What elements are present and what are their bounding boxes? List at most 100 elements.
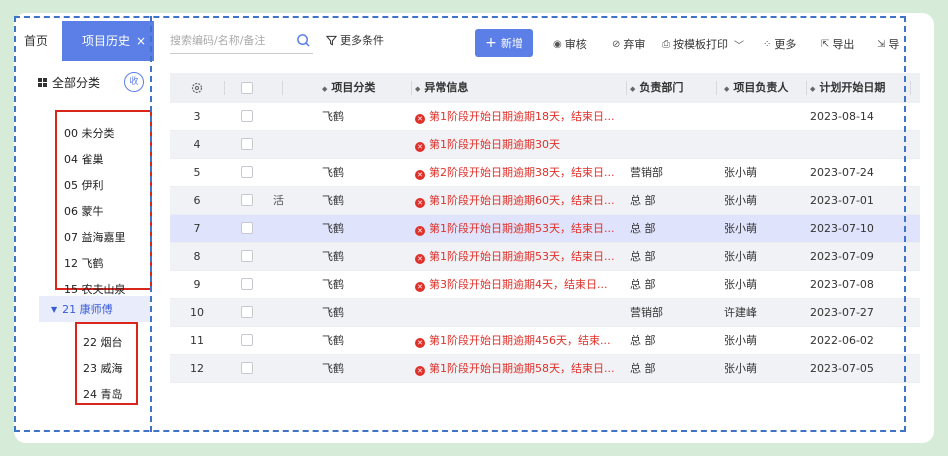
- row-checkbox[interactable]: [241, 250, 253, 262]
- tree-item-child[interactable]: 24 青岛: [83, 386, 123, 402]
- more-filters-button[interactable]: 更多条件: [326, 32, 384, 48]
- row-number: 9: [193, 278, 201, 291]
- table-row[interactable]: 12 飞鹤 ✕ 第1阶段开始日期逾期58天，结束日... 总 部 张小萌 2023-07-0…: [170, 355, 920, 383]
- new-button[interactable]: + 新增: [475, 29, 533, 57]
- tree-header: 全部分类 收: [38, 72, 144, 92]
- cell-department: 营销部: [630, 166, 663, 179]
- chevron-down-icon: ﹀: [734, 40, 744, 52]
- error-icon: ✕: [415, 366, 425, 376]
- tree-item[interactable]: 04 雀巢: [64, 151, 104, 167]
- table-header: ◆ 项目分类 ◆ 异常信息 ◆ 负责部门 ◆ 项目负责人 ◆ 计划开始日期: [170, 73, 920, 103]
- cell-start-date: 2023-07-09: [810, 250, 874, 263]
- print-label: 按模板打印: [673, 38, 728, 51]
- row-checkbox[interactable]: [241, 194, 253, 206]
- gear-icon[interactable]: [190, 81, 204, 95]
- tree-item[interactable]: 00 未分类: [64, 125, 115, 141]
- tree-item-child[interactable]: 23 威海: [83, 360, 123, 376]
- tree-item[interactable]: 12 飞鹤: [64, 255, 104, 271]
- sort-icon: ◆: [630, 85, 636, 93]
- import-button[interactable]: ⇲ 导: [877, 36, 899, 52]
- cell-error: ✕ 第3阶段开始日期逾期4天，结束日...: [415, 271, 608, 299]
- cell-category: 飞鹤: [322, 278, 344, 291]
- tree-item[interactable]: 15 农夫山泉: [64, 281, 126, 297]
- search-input[interactable]: [170, 34, 290, 47]
- error-icon: ✕: [415, 254, 425, 264]
- table-row[interactable]: 3 飞鹤 ✕ 第1阶段开始日期逾期18天，结束日... 2023-08-14: [170, 103, 920, 131]
- table-row[interactable]: 10 飞鹤 营销部 许建峰 2023-07-27: [170, 299, 920, 327]
- more-label: 更多: [774, 38, 797, 51]
- row-checkbox[interactable]: [241, 334, 253, 346]
- table-row[interactable]: 4 ✕ 第1阶段开始日期逾期30天: [170, 131, 920, 159]
- cell-category: 飞鹤: [322, 194, 344, 207]
- tree-item-child[interactable]: 22 烟台: [83, 334, 123, 350]
- table-row[interactable]: 6 活 飞鹤 ✕ 第1阶段开始日期逾期60天，结束日... 总 部 张小萌 2023-07-0…: [170, 187, 920, 215]
- row-checkbox[interactable]: [241, 166, 253, 178]
- th-department[interactable]: ◆ 负责部门: [630, 73, 683, 103]
- row-checkbox[interactable]: [241, 110, 253, 122]
- cell-owner: 张小萌: [724, 362, 757, 375]
- cell-owner: 张小萌: [724, 250, 757, 263]
- tab-project-history-label: 项目历史: [82, 34, 131, 48]
- close-icon[interactable]: ×: [136, 21, 146, 61]
- row-number: 5: [193, 166, 201, 179]
- table-row[interactable]: 5 飞鹤 ✕ 第2阶段开始日期逾期38天，结束日... 营销部 张小萌 2023-07-24: [170, 159, 920, 187]
- cell-start-date: 2023-07-01: [810, 194, 874, 207]
- audit-label: 审核: [564, 38, 587, 51]
- cell-category: 飞鹤: [322, 166, 344, 179]
- sort-icon: ◆: [724, 85, 730, 93]
- tab-project-history[interactable]: 项目历史 ×: [62, 21, 154, 61]
- unaudit-button[interactable]: ⊘ 弃审: [612, 36, 645, 52]
- cell-owner: 张小萌: [724, 194, 757, 207]
- tree-item[interactable]: 06 蒙牛: [64, 203, 104, 219]
- export-label: 导出: [832, 38, 855, 51]
- tab-home-label: 首页: [24, 34, 49, 48]
- th-category[interactable]: ◆ 项目分类: [322, 73, 375, 103]
- cell-start-date: 2023-07-27: [810, 306, 874, 319]
- tree-item-parent[interactable]: ▼ 21 康师傅: [39, 296, 150, 322]
- tree-title: 全部分类: [52, 75, 101, 90]
- cell-start-date: 2023-07-24: [810, 166, 874, 179]
- table-row[interactable]: 11 飞鹤 ✕ 第1阶段开始日期逾期456天，结束... 总 部 张小萌 2022-06-0…: [170, 327, 920, 355]
- grid-icon: [38, 77, 47, 87]
- row-checkbox[interactable]: [241, 362, 253, 374]
- cell-department: 总 部: [630, 278, 656, 291]
- cell-department: 营销部: [630, 306, 663, 319]
- tree-item[interactable]: 07 益海嘉里: [64, 229, 126, 245]
- print-template-button[interactable]: ⎙ 按模板打印 ﹀: [662, 36, 747, 52]
- cell-owner: 张小萌: [724, 278, 757, 291]
- row-checkbox[interactable]: [241, 306, 253, 318]
- tree-item[interactable]: 05 伊利: [64, 177, 104, 193]
- search-icon[interactable]: [296, 33, 311, 48]
- import-label: 导: [888, 38, 900, 51]
- cell-error: ✕ 第1阶段开始日期逾期18天，结束日...: [415, 103, 614, 131]
- th-error-info[interactable]: ◆ 异常信息: [415, 73, 468, 103]
- row-checkbox[interactable]: [241, 278, 253, 290]
- table-row[interactable]: 8 飞鹤 ✕ 第1阶段开始日期逾期53天，结束日... 总 部 张小萌 2023-07-09: [170, 243, 920, 271]
- table-row[interactable]: 7 飞鹤 ✕ 第1阶段开始日期逾期53天，结束日... 总 部 张小萌 2023-07-10: [170, 215, 920, 243]
- select-all-checkbox[interactable]: [241, 82, 253, 94]
- audit-icon: ◉: [553, 38, 562, 50]
- th-owner[interactable]: ◆ 项目负责人: [724, 73, 788, 103]
- row-number: 8: [193, 250, 201, 263]
- row-checkbox[interactable]: [241, 222, 253, 234]
- cell-department: 总 部: [630, 194, 656, 207]
- cell-start-date: 2022-06-02: [810, 334, 874, 347]
- cell-category: 飞鹤: [322, 222, 344, 235]
- th-start-date[interactable]: ◆ 计划开始日期: [810, 73, 885, 103]
- cell-category: 飞鹤: [322, 306, 344, 319]
- cell-error: ✕ 第1阶段开始日期逾期30天: [415, 131, 560, 159]
- tab-home[interactable]: 首页: [16, 21, 62, 61]
- row-number: 10: [190, 306, 204, 319]
- import-icon: ⇲: [877, 38, 886, 50]
- collapse-button[interactable]: 收: [124, 72, 144, 92]
- cell-owner: 张小萌: [724, 222, 757, 235]
- export-button[interactable]: ⇱ 导出: [821, 36, 854, 52]
- audit-button[interactable]: ◉ 审核: [553, 36, 587, 52]
- more-button[interactable]: ⁘ 更多: [763, 36, 796, 52]
- caret-down-icon: ▼: [51, 304, 58, 314]
- cell-department: 总 部: [630, 222, 656, 235]
- cell-owner: 张小萌: [724, 334, 757, 347]
- table-row[interactable]: 9 飞鹤 ✕ 第3阶段开始日期逾期4天，结束日... 总 部 张小萌 2023-07-08: [170, 271, 920, 299]
- error-icon: ✕: [415, 114, 425, 124]
- row-checkbox[interactable]: [241, 138, 253, 150]
